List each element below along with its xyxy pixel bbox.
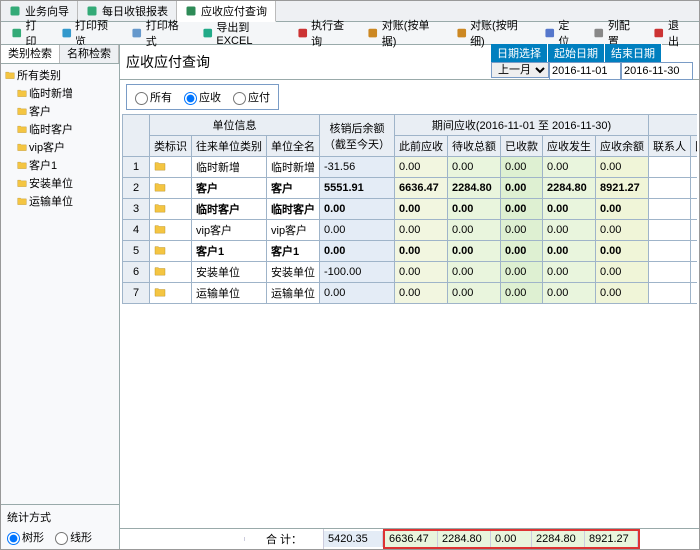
col-header[interactable]: 类标识 (150, 136, 192, 157)
tree-node[interactable]: 临时客户 (1, 120, 119, 138)
stat-tree-radio[interactable]: 树形 (7, 532, 44, 544)
table-row[interactable]: 3 临时客户临时客户 0.00 0.000.00 0.000.000.00 (123, 199, 698, 220)
total-prev: 6636.47 (385, 531, 438, 547)
col-header[interactable]: 已收款 (501, 136, 543, 157)
mark-icon (150, 199, 192, 220)
date-month-select[interactable]: 上一月 (491, 62, 549, 78)
tree-node[interactable]: 运输单位 (1, 192, 119, 210)
col-header[interactable]: 联系人 (649, 136, 691, 157)
tree-node[interactable]: 临时新增 (1, 84, 119, 102)
toolbar-7[interactable]: 定位 (538, 24, 586, 42)
toolbar-1[interactable]: 打印预览 (55, 24, 124, 42)
stat-title: 统计方式 (7, 509, 113, 525)
table-row[interactable]: 4 vip客户vip客户 0.00 0.000.00 0.000.000.00 (123, 220, 698, 241)
col-header[interactable]: 单位全名 (267, 136, 320, 157)
col-header[interactable]: 固定电话 (691, 136, 698, 157)
tree-node[interactable]: 客户 (1, 102, 119, 120)
folder-icon (5, 70, 15, 80)
left-tab[interactable]: 类别检索 (1, 45, 60, 63)
toolbar-2[interactable]: 打印格式 (125, 24, 194, 42)
mark-icon (150, 220, 192, 241)
total-paid: 0.00 (491, 531, 532, 547)
table-row[interactable]: 1 临时新增临时新增 -31.56 0.000.00 0.000.000.00 (123, 157, 698, 178)
col-balance: 核销后余额 （截至今天） (320, 115, 395, 157)
mark-icon (150, 241, 192, 262)
folder-icon (17, 88, 27, 98)
date-hdr-end: 结束日期 (605, 44, 662, 62)
folder-icon (17, 106, 27, 116)
tree-node[interactable]: vip客户 (1, 138, 119, 156)
radio-recv[interactable]: 应收 (184, 89, 221, 105)
toolbar-6[interactable]: 对账(按明细) (450, 24, 536, 42)
date-start-input[interactable] (549, 62, 621, 80)
total-occ: 2284.80 (532, 531, 585, 547)
col-header[interactable]: 应收发生 (543, 136, 596, 157)
total-label: 合 计： (245, 529, 324, 549)
total-rem: 8921.27 (585, 531, 638, 547)
toolbar-8[interactable]: 列配置 (587, 24, 645, 42)
mark-icon (150, 178, 192, 199)
table-row[interactable]: 5 客户1客户1 0.00 0.000.00 0.000.000.00 (123, 241, 698, 262)
page-title: 应收应付查询 (126, 52, 210, 72)
toolbar-5[interactable]: 对账(按单据) (361, 24, 447, 42)
folder-icon (17, 160, 27, 170)
tree-node[interactable]: 客户1 (1, 156, 119, 174)
date-end-input[interactable] (621, 62, 693, 80)
col-header[interactable]: 应收余额 (596, 136, 649, 157)
mark-icon (150, 157, 192, 178)
toolbar-4[interactable]: 执行查询 (291, 24, 360, 42)
folder-icon (17, 142, 27, 152)
table-row[interactable]: 2 客户客户 5551.91 6636.472284.80 0.002284.8… (123, 178, 698, 199)
date-hdr-choose: 日期选择 (491, 44, 548, 62)
mark-icon (150, 262, 192, 283)
tree-node[interactable]: 安装单位 (1, 174, 119, 192)
date-hdr-start: 起始日期 (548, 44, 605, 62)
radio-all[interactable]: 所有 (135, 89, 172, 105)
col-header[interactable]: 此前应收 (395, 136, 448, 157)
folder-icon (17, 178, 27, 188)
toolbar-9[interactable]: 退出 (647, 24, 695, 42)
table-row[interactable]: 6 安装单位安装单位 -100.00 0.000.00 0.000.000.00 (123, 262, 698, 283)
tree-node[interactable]: 所有类别 (1, 66, 119, 84)
total-bal: 5420.35 (324, 531, 383, 547)
radio-pay[interactable]: 应付 (233, 89, 270, 105)
col-group-contact: 联系方式 (649, 115, 698, 136)
col-group-unit: 单位信息 (150, 115, 320, 136)
col-header[interactable]: 往来单位类别 (192, 136, 267, 157)
folder-icon (17, 196, 27, 206)
table-row[interactable]: 7 运输单位运输单位 0.00 0.000.00 0.000.000.00 (123, 283, 698, 304)
stat-line-radio[interactable]: 线形 (55, 532, 92, 544)
folder-icon (17, 124, 27, 134)
col-header[interactable]: 待收总额 (448, 136, 501, 157)
total-due: 2284.80 (438, 531, 491, 547)
toolbar-0[interactable]: 打印 (5, 24, 53, 42)
mark-icon (150, 283, 192, 304)
toolbar-3[interactable]: 导出到EXCEL (196, 24, 289, 42)
left-tab[interactable]: 名称检索 (60, 45, 119, 63)
col-group-period: 期间应收(2016-11-01 至 2016-11-30) (395, 115, 649, 136)
